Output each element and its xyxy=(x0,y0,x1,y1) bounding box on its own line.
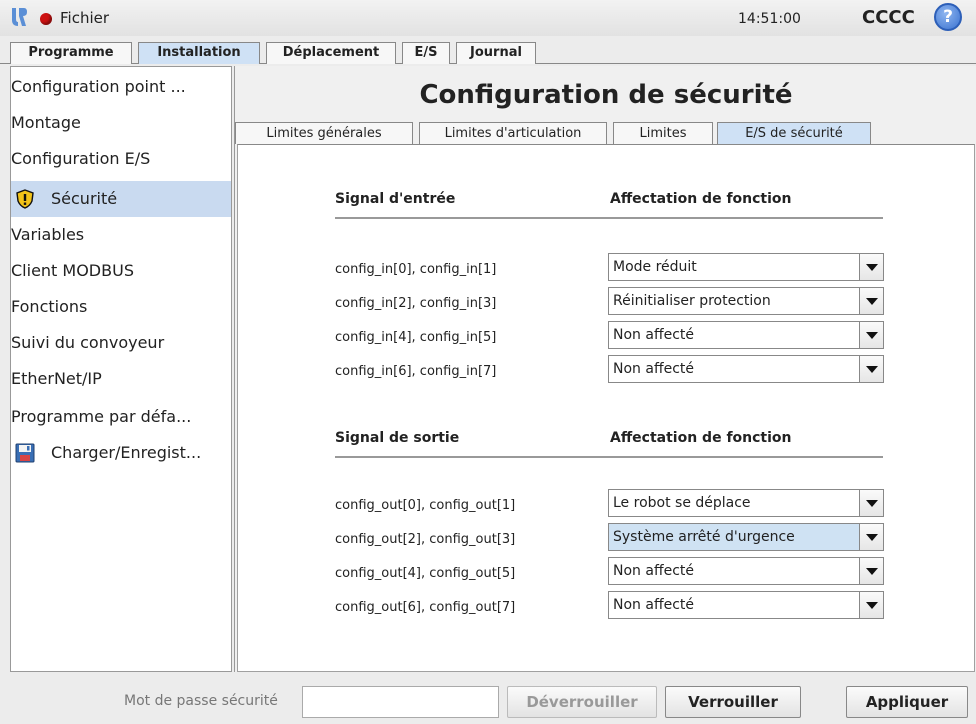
dropdown-value: Système arrêté d'urgence xyxy=(613,529,795,545)
dropdown-value: Réinitialiser protection xyxy=(613,293,771,309)
sidebar-item-configuration-point[interactable]: Configuration point ... xyxy=(11,69,231,105)
dropdown-value: Non affecté xyxy=(613,597,694,613)
title-bar: Fichier 14:51:00 CCCC ? xyxy=(0,0,976,36)
sidebar-item-label: Client MODBUS xyxy=(11,261,134,280)
tab-es[interactable]: E/S xyxy=(402,42,450,64)
help-icon[interactable]: ? xyxy=(934,3,962,31)
page-title: Configuration de sécurité xyxy=(419,80,793,110)
sidebar-item-ethernet-ip[interactable]: EtherNet/IP xyxy=(11,361,231,397)
sidebar-item-programme-defaut[interactable]: Programme par défa... xyxy=(11,399,231,435)
sidebar-item-label: Variables xyxy=(11,225,85,244)
password-field[interactable] xyxy=(302,686,499,718)
input-function-header: Affectation de fonction xyxy=(610,191,792,207)
sidebar-item-securite[interactable]: Sécurité xyxy=(11,181,231,217)
sidebar-item-label: Charger/Enregist... xyxy=(51,443,202,462)
input-function-dropdown[interactable]: Non affecté xyxy=(608,355,884,383)
sidebar-item-label: Suivi du convoyeur xyxy=(11,333,165,352)
chevron-down-icon[interactable] xyxy=(859,356,883,382)
output-function-dropdown[interactable]: Le robot se déplace xyxy=(608,489,884,517)
sidebar-item-fonctions[interactable]: Fonctions xyxy=(11,289,231,325)
input-signal-label: config_in[6], config_in[7] xyxy=(335,364,497,379)
lock-button[interactable]: Verrouiller xyxy=(665,686,801,718)
output-function-dropdown[interactable]: Système arrêté d'urgence xyxy=(608,523,884,551)
tab-installation[interactable]: Installation xyxy=(138,42,260,64)
floppy-disk-icon xyxy=(15,443,35,463)
sidebar-item-label: Configuration point ... xyxy=(11,77,186,96)
tab-limites-articulation[interactable]: Limites d'articulation xyxy=(419,122,607,144)
sidebar-item-label: Programme par défa... xyxy=(11,407,192,426)
sidebar-item-label: Fonctions xyxy=(11,297,88,316)
sidebar-item-client-modbus[interactable]: Client MODBUS xyxy=(11,253,231,289)
sidebar-item-variables[interactable]: Variables xyxy=(11,217,231,253)
input-function-dropdown[interactable]: Réinitialiser protection xyxy=(608,287,884,315)
dropdown-value: Non affecté xyxy=(613,327,694,343)
tab-journal[interactable]: Journal xyxy=(456,42,536,64)
tab-limites-generales[interactable]: Limites générales xyxy=(235,122,413,144)
chevron-down-icon[interactable] xyxy=(859,524,883,550)
input-function-dropdown[interactable]: Non affecté xyxy=(608,321,884,349)
tab-limites[interactable]: Limites xyxy=(613,122,713,144)
input-signal-label: config_in[2], config_in[3] xyxy=(335,296,497,311)
chevron-down-icon[interactable] xyxy=(859,558,883,584)
robot-name: CCCC xyxy=(862,7,915,28)
clock: 14:51:00 xyxy=(738,11,801,27)
apply-button[interactable]: Appliquer xyxy=(846,686,968,718)
output-signal-header: Signal de sortie xyxy=(335,430,460,446)
output-function-header: Affectation de fonction xyxy=(610,430,792,446)
chevron-down-icon[interactable] xyxy=(859,490,883,516)
universal-robots-logo-icon xyxy=(12,8,27,26)
file-menu[interactable]: Fichier xyxy=(60,9,109,27)
output-signal-label: config_out[6], config_out[7] xyxy=(335,600,516,615)
dropdown-value: Non affecté xyxy=(613,361,694,377)
safety-io-content: Signal d'entrée Affectation de fonction … xyxy=(237,144,975,672)
chevron-down-icon[interactable] xyxy=(859,322,883,348)
chevron-down-icon[interactable] xyxy=(859,254,883,280)
sidebar-item-label: EtherNet/IP xyxy=(11,369,102,388)
sidebar-item-label: Configuration E/S xyxy=(11,149,151,168)
divider xyxy=(335,456,883,458)
tab-programme[interactable]: Programme xyxy=(10,42,132,64)
status-indicator-icon xyxy=(40,13,52,25)
chevron-down-icon[interactable] xyxy=(859,592,883,618)
sidebar-item-label: Montage xyxy=(11,113,81,132)
tab-es-securite[interactable]: E/S de sécurité xyxy=(717,122,871,144)
output-signal-label: config_out[0], config_out[1] xyxy=(335,498,516,513)
input-signal-label: config_in[0], config_in[1] xyxy=(335,262,497,277)
output-function-dropdown[interactable]: Non affecté xyxy=(608,557,884,585)
password-label: Mot de passe sécurité xyxy=(124,693,278,709)
sidebar-item-label: Sécurité xyxy=(51,189,118,208)
input-signal-label: config_in[4], config_in[5] xyxy=(335,330,497,345)
dropdown-value: Mode réduit xyxy=(613,259,697,275)
input-function-dropdown[interactable]: Mode réduit xyxy=(608,253,884,281)
sidebar-item-suivi-convoyeur[interactable]: Suivi du convoyeur xyxy=(11,325,231,361)
output-signal-label: config_out[4], config_out[5] xyxy=(335,566,516,581)
chevron-down-icon[interactable] xyxy=(859,288,883,314)
dropdown-value: Le robot se déplace xyxy=(613,495,751,511)
dropdown-value: Non affecté xyxy=(613,563,694,579)
output-signal-label: config_out[2], config_out[3] xyxy=(335,532,516,547)
unlock-button[interactable]: Déverrouiller xyxy=(507,686,657,718)
sidebar-item-charger-enregistrer[interactable]: Charger/Enregist... xyxy=(11,435,231,471)
output-function-dropdown[interactable]: Non affecté xyxy=(608,591,884,619)
tab-deplacement[interactable]: Déplacement xyxy=(266,42,396,64)
warning-shield-icon xyxy=(16,189,34,209)
input-signal-header: Signal d'entrée xyxy=(335,191,456,207)
main-panel: Configuration de sécurité Limites généra… xyxy=(234,66,976,672)
sidebar-item-montage[interactable]: Montage xyxy=(11,105,231,141)
sidebar-item-configuration-es[interactable]: Configuration E/S xyxy=(11,141,231,177)
installation-sidebar: Configuration point ... Montage Configur… xyxy=(10,66,232,672)
divider xyxy=(335,217,883,219)
